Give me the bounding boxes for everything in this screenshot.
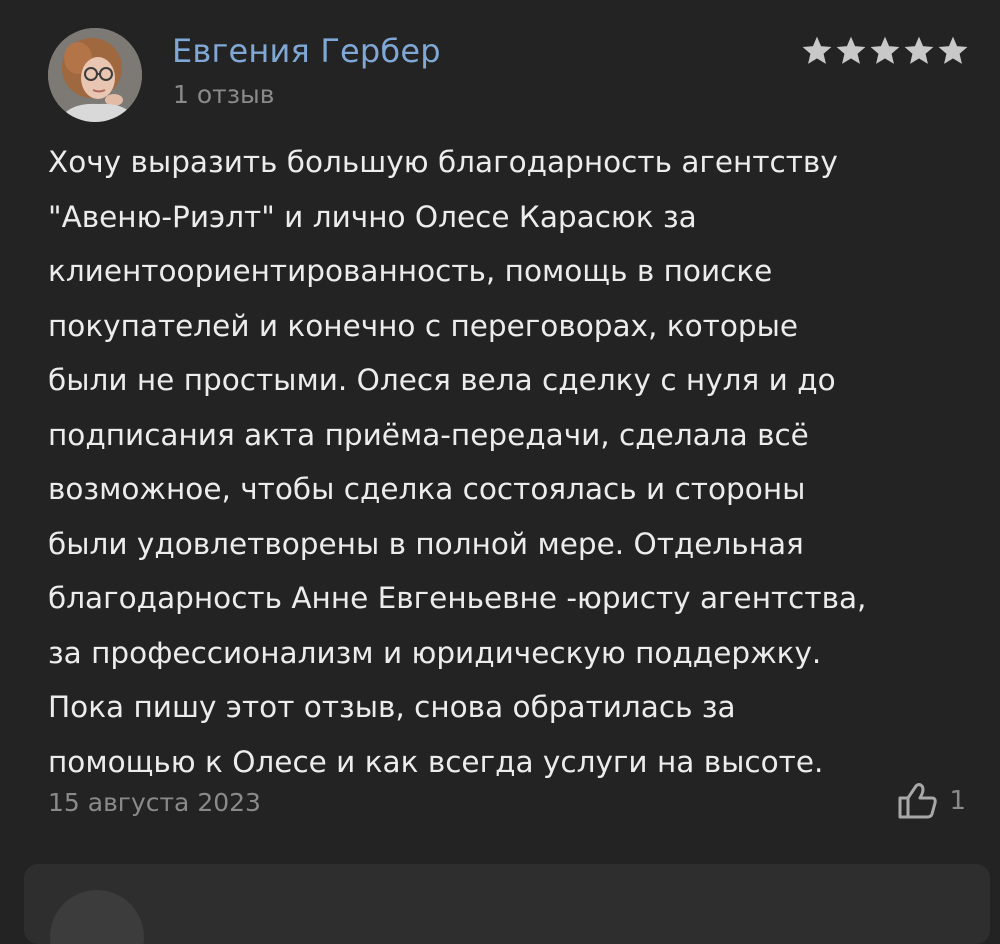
author-review-count: 1 отзыв (173, 80, 275, 109)
thumbs-up-icon (898, 783, 938, 819)
review-date: 15 августа 2023 (48, 788, 261, 817)
star-icon (802, 36, 832, 64)
star-icon (904, 36, 934, 64)
review-text: Хочу выразить большую благодарность аген… (48, 145, 867, 779)
review-card: Евгения Гербер 1 отзыв Хочу выразить бол… (0, 0, 1000, 860)
star-icon (836, 36, 866, 64)
author-name[interactable]: Евгения Гербер (172, 32, 441, 70)
next-author-avatar (50, 890, 144, 944)
like-count: 1 (949, 786, 966, 816)
next-review-card[interactable] (24, 864, 990, 944)
star-icon (870, 36, 900, 64)
rating-stars (802, 36, 968, 66)
like-button[interactable]: 1 (897, 782, 966, 820)
author-avatar[interactable] (48, 28, 142, 122)
avatar-photo-image (48, 28, 142, 122)
star-icon (938, 36, 968, 64)
